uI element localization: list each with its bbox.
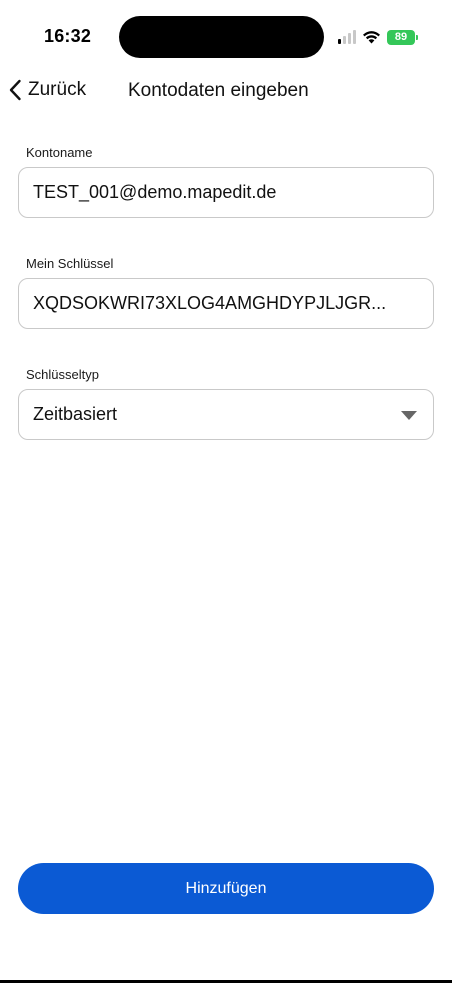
key-type-label: Schlüsseltyp	[26, 367, 99, 382]
page-title: Kontodaten eingeben	[128, 80, 309, 101]
wifi-icon	[363, 31, 380, 44]
screen: 16:32 89 Zurück Kontodaten eingeben Kont…	[0, 0, 452, 983]
key-type-selected: Zeitbasiert	[33, 404, 118, 424]
account-name-field[interactable]: TEST_001@demo.mapedit.de	[18, 167, 434, 218]
back-button[interactable]: Zurück	[8, 76, 86, 104]
key-type-select[interactable]: Zeitbasiert	[18, 389, 434, 440]
secret-key-value: XQDSOKWRI73XLOG4AMGHDYPJLJGR...	[33, 293, 387, 313]
status-bar: 16:32 89	[0, 0, 452, 70]
secret-key-label: Mein Schlüssel	[26, 256, 114, 271]
status-icons: 89	[338, 27, 418, 47]
back-label: Zurück	[28, 79, 87, 100]
battery-level: 89	[394, 30, 408, 43]
add-button[interactable]: Hinzufügen	[18, 863, 434, 914]
chevron-left-icon	[9, 79, 21, 101]
account-name-value: TEST_001@demo.mapedit.de	[33, 182, 277, 202]
cellular-signal-icon	[338, 30, 356, 44]
nav-bar: Zurück Kontodaten eingeben	[0, 70, 452, 110]
account-name-label: Kontoname	[26, 145, 93, 160]
dropdown-arrow-icon	[401, 411, 417, 420]
status-time: 16:32	[44, 26, 92, 46]
battery-charging-icon: 89	[387, 29, 418, 45]
secret-key-field[interactable]: XQDSOKWRI73XLOG4AMGHDYPJLJGR...	[18, 278, 434, 329]
dynamic-island	[119, 16, 324, 58]
add-button-label: Hinzufügen	[185, 879, 267, 897]
